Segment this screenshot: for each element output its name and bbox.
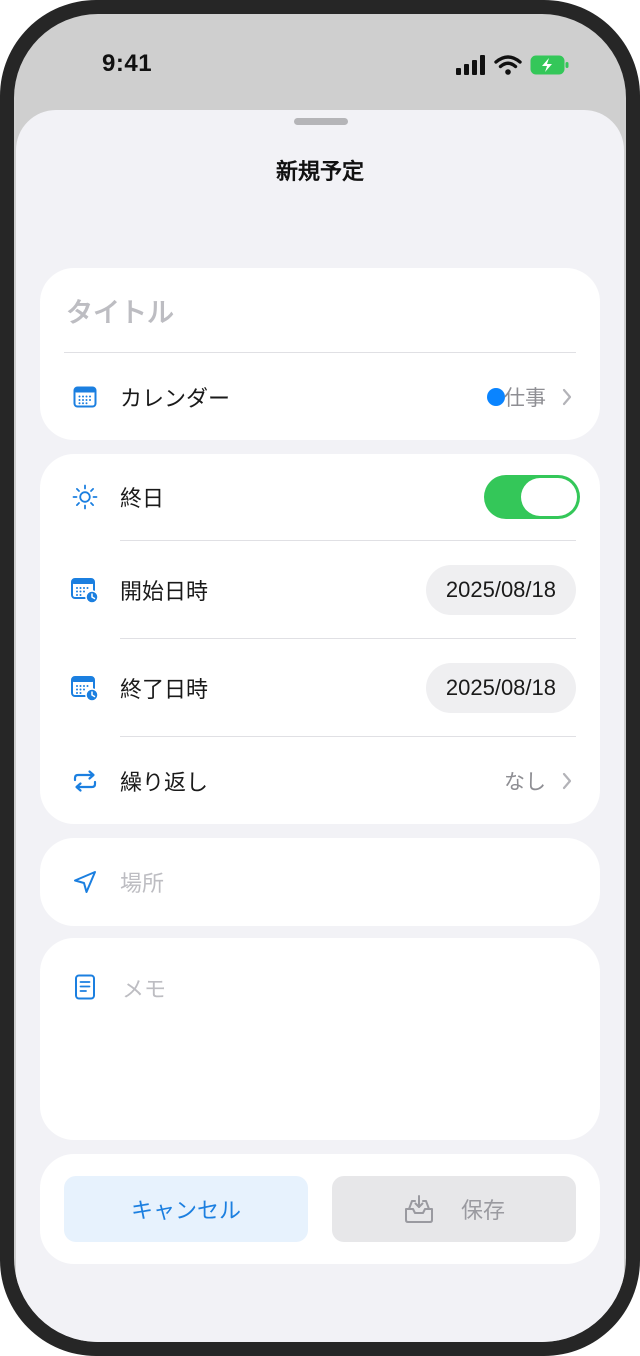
memo-input[interactable]: メモ (122, 972, 166, 1004)
calendar-clock-icon (70, 575, 100, 605)
sheet-title: 新規予定 (275, 160, 364, 185)
status-icons (456, 54, 570, 76)
new-event-sheet: 新規予定 タイトル カレンダー 仕事 終日 開始日時 2025/08/18 終了… (16, 110, 624, 1342)
title-calendar-card: タイトル カレンダー 仕事 (40, 268, 600, 440)
wifi-icon (494, 55, 522, 75)
all-day-label: 終日 (120, 487, 165, 512)
calendar-icon (70, 382, 100, 412)
calendar-value: 仕事 (504, 385, 546, 410)
all-day-toggle[interactable] (484, 475, 580, 519)
calendar-label: カレンダー (120, 386, 231, 412)
save-button[interactable]: 保存 (332, 1176, 576, 1242)
status-time: 9:41 (102, 50, 153, 77)
sun-icon (70, 482, 100, 512)
tray-download-icon (404, 1195, 433, 1223)
start-datetime-row: 開始日時 2025/08/18 (40, 541, 600, 638)
repeat-value: なし (504, 769, 546, 794)
title-field[interactable]: タイトル (40, 268, 600, 352)
toggle-knob (521, 478, 577, 516)
location-input[interactable]: 場所 (120, 866, 164, 898)
save-button-label: 保存 (460, 1199, 505, 1224)
chevron-right-icon (562, 772, 572, 789)
all-day-row: 終日 (40, 454, 600, 540)
action-card: キャンセル 保存 (40, 1154, 600, 1264)
cancel-button[interactable]: キャンセル (64, 1176, 308, 1242)
location-arrow-icon (70, 867, 100, 897)
end-date-picker[interactable]: 2025/08/18 (425, 662, 576, 713)
sheet-grabber[interactable] (294, 118, 348, 125)
memo-card[interactable]: メモ (40, 938, 600, 1140)
screen: 9:41 新規予定 タイトル カレンダー 仕事 終日 開始日時 2025/08/… (14, 14, 626, 1342)
cancel-button-label: キャンセル (130, 1199, 241, 1224)
calendar-row[interactable]: カレンダー 仕事 (40, 353, 600, 440)
title-input[interactable]: タイトル (66, 291, 174, 330)
repeat-row[interactable]: 繰り返し なし (40, 737, 600, 824)
phone-frame: 9:41 新規予定 タイトル カレンダー 仕事 終日 開始日時 2025/08/… (0, 0, 640, 1356)
chevron-right-icon (562, 388, 572, 405)
location-row[interactable]: 場所 (40, 838, 600, 926)
end-datetime-label: 終了日時 (120, 677, 209, 703)
battery-charging-icon (530, 55, 569, 75)
status-bar: 9:41 (14, 14, 626, 110)
calendar-color-dot (487, 387, 505, 406)
repeat-label: 繰り返し (120, 770, 209, 796)
start-date-picker[interactable]: 2025/08/18 (425, 564, 576, 615)
note-icon (70, 972, 100, 1002)
end-datetime-row: 終了日時 2025/08/18 (40, 639, 600, 736)
calendar-clock-icon (70, 673, 100, 703)
cellular-signal-icon (456, 55, 485, 75)
start-datetime-label: 開始日時 (120, 579, 209, 605)
datetime-card: 終日 開始日時 2025/08/18 終了日時 2025/08/18 繰り返し … (40, 454, 600, 824)
location-card[interactable]: 場所 (40, 838, 600, 926)
repeat-icon (70, 766, 100, 796)
